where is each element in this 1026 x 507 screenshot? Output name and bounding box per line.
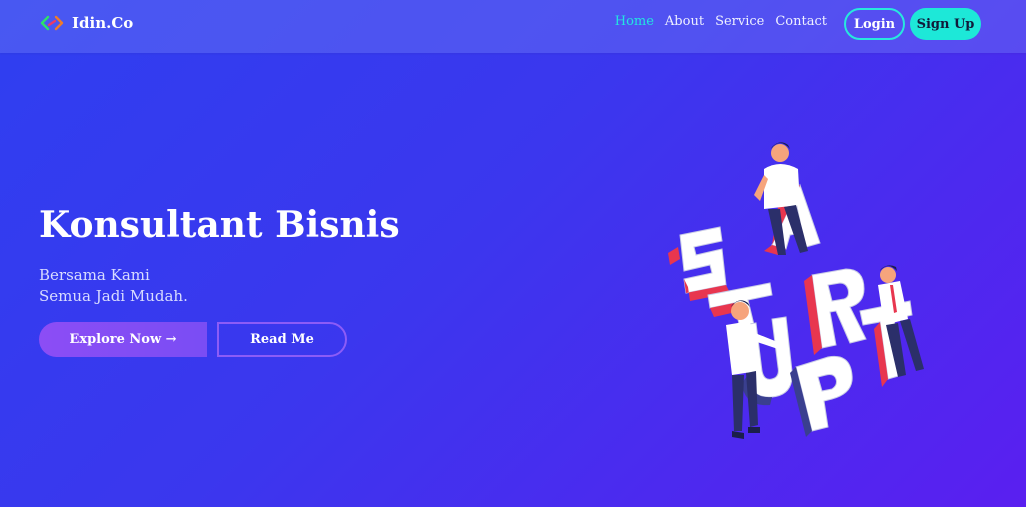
explore-now-button[interactable]: Explore Now → — [39, 322, 207, 357]
hero-subtitle-line1: Bersama Kami — [39, 266, 150, 284]
signup-button[interactable]: Sign Up — [910, 8, 981, 40]
letter-r — [804, 268, 867, 355]
nav-home[interactable]: Home — [615, 14, 654, 29]
brand[interactable]: Idin.Co — [40, 12, 133, 34]
login-button[interactable]: Login — [844, 8, 905, 40]
nav-service[interactable]: Service — [715, 14, 764, 29]
nav-links: Home About Service Contact — [615, 14, 827, 29]
startup-illustration — [668, 142, 924, 439]
hero-subtitle: Bersama Kami Semua Jadi Mudah. — [39, 265, 188, 307]
navbar: Idin.Co Home About Service Contact Login… — [0, 0, 1026, 53]
hero-title: Konsultant Bisnis — [39, 204, 400, 246]
brand-name: Idin.Co — [72, 14, 134, 32]
code-brackets-icon — [40, 15, 64, 31]
nav-contact[interactable]: Contact — [775, 14, 827, 29]
hero-subtitle-line2: Semua Jadi Mudah. — [39, 287, 188, 305]
nav-about[interactable]: About — [665, 14, 704, 29]
letter-s — [668, 226, 730, 301]
letter-p — [790, 355, 853, 437]
read-me-button[interactable]: Read Me — [217, 322, 347, 357]
